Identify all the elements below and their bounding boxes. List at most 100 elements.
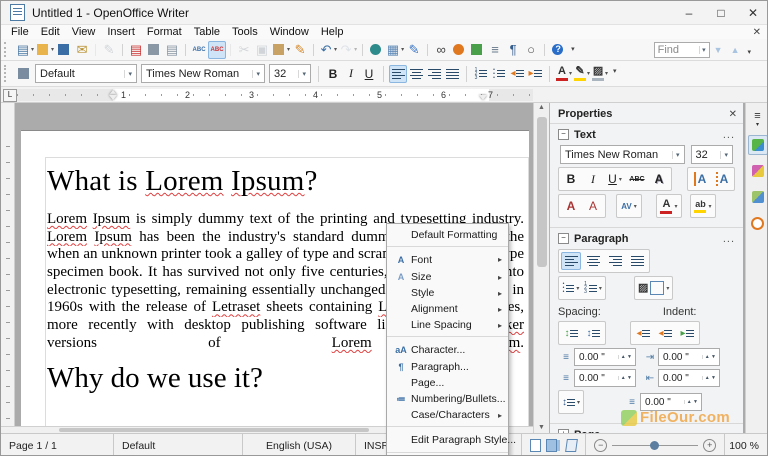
nonprinting-chars-button[interactable]: ¶ ▾ [504,41,522,59]
collapse-icon[interactable]: − [558,129,569,140]
tab-navigator[interactable] [748,213,768,233]
dropdown-arrow-icon[interactable]: ▾ [576,285,579,292]
chevron-down-icon[interactable]: ▾ [124,70,132,78]
panel-numbering-button[interactable]: 1 2 3▾ [583,279,603,297]
copy-button[interactable]: ▣ ▾ [253,41,271,59]
tab-stop-selector[interactable]: L [3,89,17,102]
bullets-button[interactable]: • • • [490,65,508,83]
insert-table-button[interactable]: ▦ ▾ [385,41,405,59]
font-size-combobox[interactable]: 32 ▾ [269,64,311,83]
undo-button[interactable]: ↶ ▾ [318,41,338,59]
format-paintbrush-button[interactable]: ✎ ▾ [291,41,309,59]
dropdown-arrow-icon[interactable]: ▾ [51,46,54,53]
tab-gallery[interactable] [748,161,768,181]
horizontal-ruler[interactable]: 1 2 3 4 5 6 7 [17,89,533,101]
below-spacing-spinbox[interactable]: 0.00 "▲ ▼ [574,369,636,387]
find-next-icon[interactable]: ▼ [714,45,723,55]
maximize-button[interactable]: □ [705,1,737,24]
switch-indent-button[interactable]: ▸ [677,324,697,342]
italic-button[interactable]: I [342,65,360,83]
bold-button[interactable]: B [324,65,342,83]
spin-arrows-icon[interactable]: ▲ ▼ [684,400,700,404]
toolbar-overflow-icon[interactable]: ▾ [613,67,617,75]
dropdown-arrow-icon[interactable]: ▾ [334,46,337,53]
single-page-view-button[interactable] [530,439,541,452]
zoom-slider[interactable] [612,445,698,446]
styles-button[interactable] [15,65,33,83]
toolbar-grip[interactable] [4,42,11,57]
panel-bullets-button[interactable]: • • •▾ [561,279,581,297]
line-spacing-button[interactable]: ↕▾ [561,393,581,411]
dropdown-arrow-icon[interactable]: ▾ [287,46,290,53]
dropdown-arrow-icon[interactable]: ▾ [577,399,580,406]
find-input[interactable]: Find ▾ [654,42,710,58]
email-button[interactable]: ✉ ▾ [73,41,91,59]
multi-page-view-button[interactable] [546,439,557,452]
save-button[interactable]: ▾ [55,41,73,59]
panel-italic-button[interactable]: I [583,170,603,188]
chevron-down-icon[interactable]: ▾ [672,151,680,159]
align-right-button[interactable] [425,65,443,83]
dropdown-arrow-icon[interactable]: ▾ [569,70,572,77]
panel-font-size-combobox[interactable]: 32 ▾ [691,145,733,164]
open-button[interactable]: ▾ [35,41,55,59]
paragraph-background-button[interactable]: ▨▾ [637,279,670,297]
dropdown-arrow-icon[interactable]: ▾ [634,203,637,210]
vertical-scrollbar[interactable]: ▲ ▼ [533,103,549,433]
help-button[interactable]: ? ▾ [549,41,567,59]
export-pdf-button[interactable]: ▤ ▾ [127,41,145,59]
left-indent-marker[interactable] [109,95,117,100]
more-options-icon[interactable]: ... [723,129,735,141]
menu-item-case-characters[interactable]: Case/Characters ▸ [387,407,508,423]
font-color-button[interactable]: A▾ [555,65,573,83]
chevron-down-icon[interactable]: ▾ [699,46,706,54]
tab-properties[interactable] [748,135,768,155]
dropdown-arrow-icon[interactable]: ▾ [708,203,711,210]
superscript-button[interactable]: A [561,197,581,215]
spin-arrows-icon[interactable]: ▲ ▼ [702,355,718,359]
new-document-button[interactable]: ▤ ▾ [15,41,35,59]
zoom-slider-thumb[interactable] [650,441,659,450]
tab-clipart[interactable] [748,187,768,207]
increase-paragraph-spacing-button[interactable]: ↕ [561,324,581,342]
spin-arrows-icon[interactable]: ▲ ▼ [618,355,634,359]
panel-font-color-button[interactable]: A▾ [659,197,679,215]
cut-button[interactable]: ✂ ▾ [235,41,253,59]
spellcheck-button[interactable]: ABC ▾ [190,41,208,59]
menu-item-size[interactable]: A Size ▸ [387,269,508,285]
menu-item-font[interactable]: A Font ▸ [387,246,508,269]
book-view-button[interactable] [565,439,578,452]
menu-item-style[interactable]: Style ▸ [387,285,508,301]
chevron-down-icon[interactable]: ▾ [298,70,306,78]
autospellcheck-button[interactable]: ABC ▾ [208,41,226,59]
draw-functions-button[interactable]: ✎ ▾ [405,41,423,59]
subscript-button[interactable]: A [583,197,603,215]
dropdown-arrow-icon[interactable]: ▾ [354,46,357,53]
menu-item-alignment[interactable]: Alignment ▸ [387,301,508,317]
panel-increase-indent-button[interactable]: ◂ [633,324,653,342]
menu-help[interactable]: Help [315,26,350,38]
panel-align-right-button[interactable] [605,252,625,270]
background-color-button[interactable]: ▨▾ [591,65,609,83]
increase-spacing-char-button[interactable]: A [690,170,710,188]
collapse-icon[interactable]: − [558,233,569,244]
chevron-down-icon[interactable]: ▾ [252,70,260,78]
dropdown-arrow-icon[interactable]: ▾ [599,285,602,292]
data-sources-button[interactable]: ≡ ▾ [486,41,504,59]
redo-button[interactable]: ↷ ▾ [338,41,358,59]
panel-underline-button[interactable]: U▾ [605,170,625,188]
document-close-icon[interactable]: ✕ [753,27,761,38]
zoom-button[interactable]: ○ ▾ [522,41,540,59]
menu-item-page[interactable]: Page... ▸ [387,375,508,391]
dropdown-arrow-icon[interactable]: ▾ [619,176,622,183]
decrease-spacing-char-button[interactable]: A [712,170,732,188]
panel-font-name-combobox[interactable]: Times New Roman ▾ [560,145,685,164]
increase-indent-button[interactable]: ▸ [526,65,544,83]
spin-arrows-icon[interactable]: ▲ ▼ [702,376,718,380]
page-preview-button[interactable]: ▤ ▾ [163,41,181,59]
panel-highlighting-button[interactable]: ab▾ [693,197,713,215]
scroll-up-icon[interactable]: ▲ [538,103,545,113]
before-indent-spinbox[interactable]: 0.00 "▲ ▼ [658,348,720,366]
scroll-down-icon[interactable]: ▼ [538,423,545,433]
print-button[interactable]: ▾ [145,41,163,59]
